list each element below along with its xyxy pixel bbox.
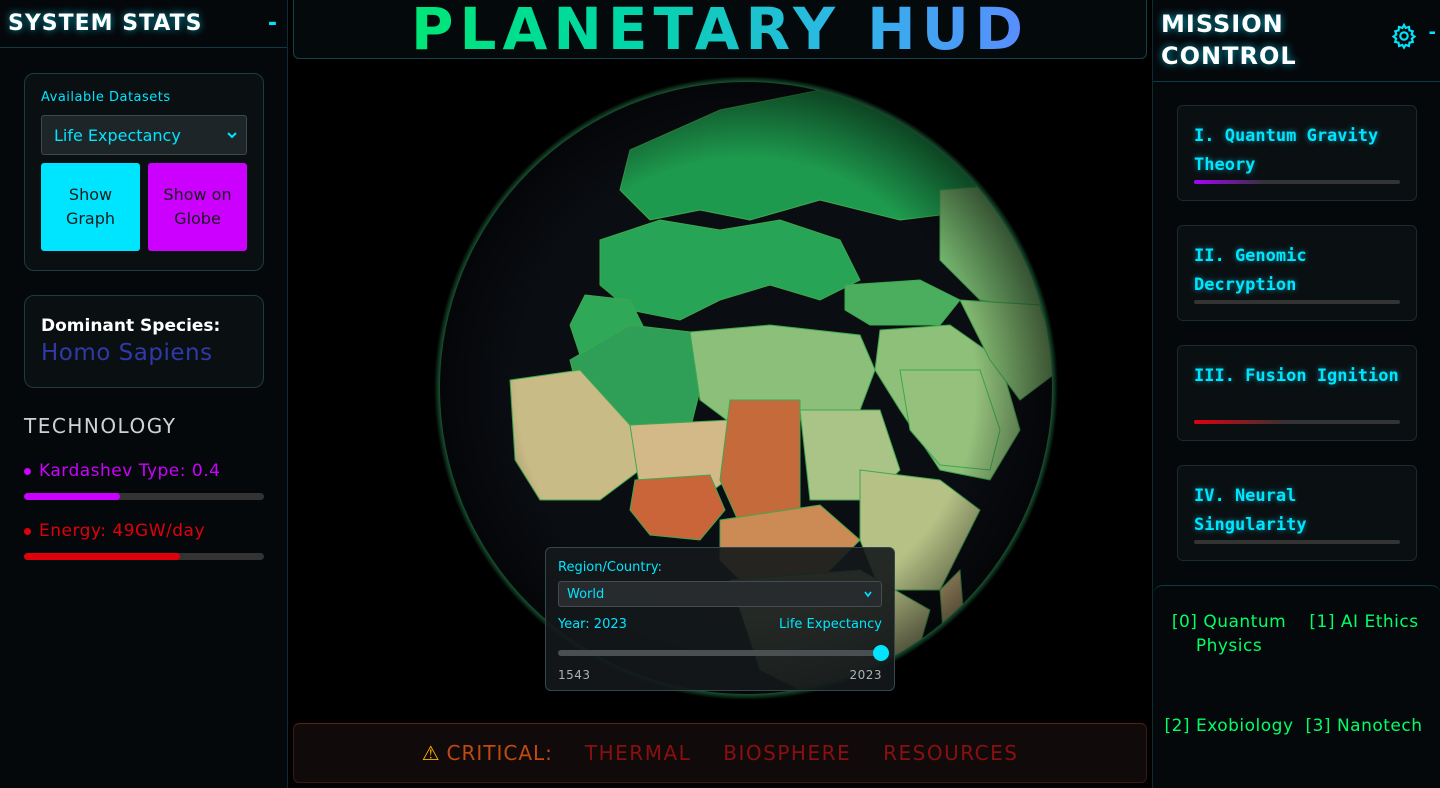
region-select[interactable]: World (558, 581, 882, 607)
kardashev-stat: Kardashev Type: 0.4 (24, 461, 264, 500)
alert-biosphere[interactable]: BIOSPHERE (723, 741, 851, 765)
topic-quantum-physics[interactable]: [0] Quantum Physics (1164, 610, 1294, 658)
system-stats-title: SYSTEM STATS (8, 11, 203, 36)
page-title: PLANETARY HUD (411, 0, 1029, 63)
topic-exobiology[interactable]: [2] Exobiology (1164, 714, 1294, 738)
critical-alert: ⚠ CRITICAL: (422, 741, 553, 765)
kardashev-dot (24, 467, 31, 475)
mission-card-1[interactable]: I. Quantum Gravity Theory (1177, 105, 1417, 201)
species-card: Dominant Species: Homo Sapiens (24, 295, 264, 388)
kardashev-bar-fill (24, 493, 120, 500)
dataset-name-label: Life Expectancy (778, 617, 882, 632)
year-slider[interactable] (558, 645, 889, 661)
mission-1-label: I. Quantum Gravity Theory (1194, 126, 1379, 175)
mission-3-label: III. Fusion Ignition (1194, 366, 1399, 386)
year-label: Year: 2023 (558, 617, 627, 632)
datasets-label: Available Datasets (41, 90, 171, 105)
mission-4-label: IV. Neural Singularity (1194, 486, 1307, 535)
system-stats-panel: SYSTEM STATS - Available Datasets Life E… (0, 0, 288, 788)
region-select-value: World (567, 586, 605, 602)
mission-1-progress (1194, 180, 1400, 184)
datasets-card: Available Datasets Life Expectancy Show … (24, 73, 264, 271)
energy-label: Energy: 49GW/day (39, 521, 206, 541)
slider-max-label: 2023 (849, 668, 882, 682)
system-stats-header: SYSTEM STATS - (0, 0, 287, 48)
alert-resources[interactable]: RESOURCES (883, 741, 1018, 765)
dataset-select-value: Life Expectancy (54, 125, 181, 145)
mission-card-2[interactable]: II. Genomic Decryption (1177, 225, 1417, 321)
mission-4-progress (1194, 540, 1400, 544)
chevron-down-icon (227, 132, 237, 139)
mission-2-progress (1194, 300, 1400, 304)
species-value: Homo Sapiens (41, 340, 213, 366)
energy-dot (24, 527, 31, 535)
year-slider-thumb[interactable] (873, 645, 889, 661)
energy-bar (24, 553, 264, 560)
dataset-select[interactable]: Life Expectancy (41, 115, 247, 155)
chevron-down-icon (864, 591, 872, 598)
energy-bar-fill (24, 553, 180, 560)
slider-min-label: 1543 (558, 668, 591, 682)
gear-icon[interactable] (1390, 22, 1418, 50)
mission-card-4[interactable]: IV. Neural Singularity (1177, 465, 1417, 561)
topics-grid: [0] Quantum Physics [1] AI Ethics [2] Ex… (1153, 585, 1440, 788)
alert-thermal[interactable]: THERMAL (585, 741, 691, 765)
critical-label: CRITICAL: (446, 741, 553, 765)
topic-nanotech[interactable]: [3] Nanotech (1299, 714, 1429, 738)
species-label: Dominant Species: (41, 316, 221, 336)
kardashev-label: Kardashev Type: 0.4 (39, 461, 221, 481)
warning-icon: ⚠ (421, 741, 441, 765)
title-box: PLANETARY HUD (293, 0, 1147, 59)
collapse-left-button[interactable]: - (268, 11, 277, 36)
region-label: Region/Country: (558, 560, 662, 575)
kardashev-bar (24, 493, 264, 500)
energy-stat: Energy: 49GW/day (24, 521, 264, 560)
region-panel: Region/Country: World Year: 2023 Life Ex… (545, 547, 895, 691)
technology-title: TECHNOLOGY (24, 414, 177, 438)
topic-ai-ethics[interactable]: [1] AI Ethics (1299, 610, 1429, 634)
mission-3-progress (1194, 420, 1400, 424)
alert-bar: ⚠ CRITICAL: THERMAL BIOSPHERE RESOURCES (293, 723, 1147, 783)
mission-1-progress-fill (1194, 180, 1267, 184)
show-on-globe-button[interactable]: Show on Globe (148, 163, 247, 251)
mission-2-label: II. Genomic Decryption (1194, 246, 1307, 295)
mission-control-header: MISSION CONTROL - (1153, 0, 1440, 82)
mission-control-title: MISSION CONTROL (1161, 10, 1297, 70)
collapse-right-button[interactable]: - (1429, 22, 1436, 43)
show-graph-button[interactable]: Show Graph (41, 163, 140, 251)
mission-3-progress-fill (1194, 420, 1287, 424)
mission-control-panel: MISSION CONTROL - I. Quantum Gravity The… (1152, 0, 1440, 788)
mission-card-3[interactable]: III. Fusion Ignition (1177, 345, 1417, 441)
